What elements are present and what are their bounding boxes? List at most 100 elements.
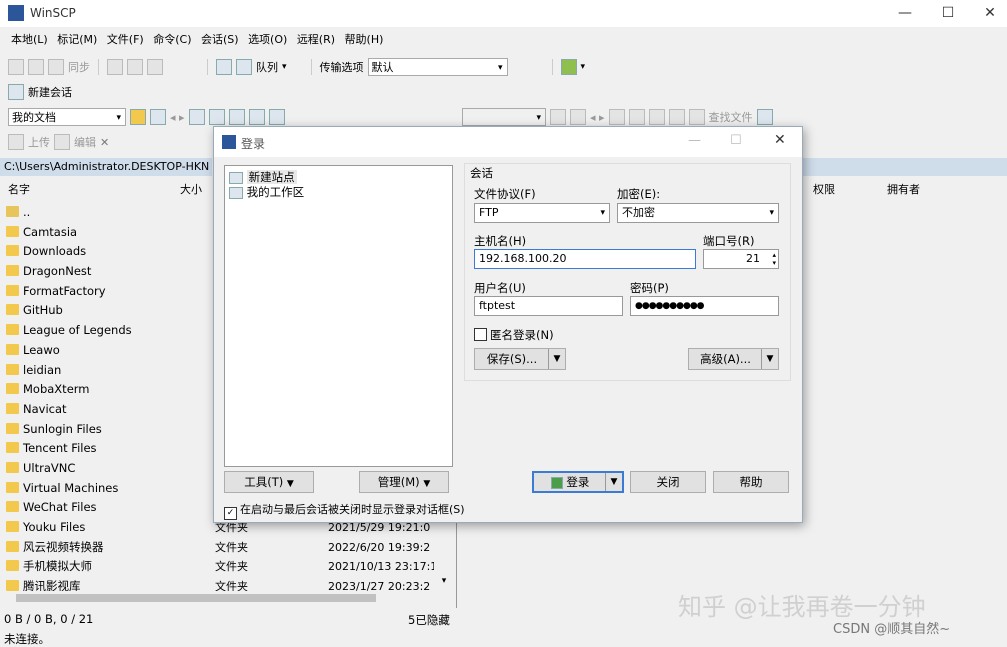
root-dir-icon[interactable] <box>208 109 225 125</box>
menu-command[interactable]: 命令(C) <box>150 30 194 50</box>
dialog-close-button[interactable]: ✕ <box>774 132 786 148</box>
list-item[interactable]: WeChat Files <box>6 498 132 518</box>
col-size-header[interactable]: 大小 <box>180 180 202 200</box>
list-item[interactable]: MobaXterm <box>6 380 132 400</box>
scroll-down-arrow-icon[interactable]: ▾ <box>438 576 450 590</box>
sync-icon[interactable] <box>48 59 64 75</box>
menu-remote[interactable]: 远程(R) <box>294 30 338 50</box>
delete-icon[interactable]: ✕ <box>100 136 109 149</box>
list-item[interactable]: Downloads <box>6 242 132 262</box>
tree-item-workspace[interactable]: 我的工作区 <box>229 184 304 200</box>
save-button[interactable]: 保存(S)... ▼ <box>474 348 566 370</box>
scrollbar-thumb[interactable] <box>16 594 376 602</box>
list-item[interactable]: FormatFactory <box>6 282 132 302</box>
list-item[interactable]: Tencent Files <box>6 439 132 459</box>
list-item[interactable]: GitHub <box>6 301 132 321</box>
queue-label[interactable]: 队列 <box>256 59 278 75</box>
menu-options[interactable]: 选项(O) <box>245 30 290 50</box>
home-icon[interactable] <box>228 109 245 125</box>
list-item[interactable]: Camtasia <box>6 223 132 243</box>
open-folder-icon[interactable] <box>130 109 146 125</box>
list-item[interactable]: Sunlogin Files <box>6 420 132 440</box>
preferences-gear-icon[interactable] <box>216 59 232 75</box>
folder-icon <box>6 284 19 296</box>
login-button[interactable]: 登录 ▼ <box>532 471 624 493</box>
anonymous-login-checkbox[interactable]: 匿名登录(N) <box>474 327 554 343</box>
maximize-button[interactable]: ☐ <box>928 4 968 24</box>
queue-icon[interactable] <box>236 59 252 75</box>
col-permissions-header[interactable]: 权限 <box>813 180 835 200</box>
list-item[interactable]: Virtual Machines <box>6 479 132 499</box>
minimize-button[interactable]: — <box>885 4 925 24</box>
list-item[interactable]: Leawo <box>6 341 132 361</box>
console-icon[interactable] <box>107 59 123 75</box>
list-item[interactable]: DragonNest <box>6 262 132 282</box>
compare-icon[interactable] <box>8 59 24 75</box>
edit-icon[interactable] <box>54 134 70 150</box>
port-input[interactable]: 21 ▴ ▾ <box>703 249 779 269</box>
list-item[interactable]: UltraVNC <box>6 459 132 479</box>
list-item[interactable]: Navicat <box>6 400 132 420</box>
list-item[interactable]: 风云视频转换器 <box>6 538 132 558</box>
list-item[interactable]: 手机模拟大师 <box>6 557 132 577</box>
remote-refresh-icon[interactable] <box>668 109 685 125</box>
remote-root-icon[interactable] <box>628 109 645 125</box>
menu-help[interactable]: 帮助(H) <box>342 30 387 50</box>
tree-item-new-site[interactable]: 新建站点 <box>229 169 297 185</box>
protocol-select[interactable]: FTP ▾ <box>474 203 610 223</box>
list-item[interactable]: .. <box>6 203 132 223</box>
edit-button[interactable]: 编辑 <box>74 134 96 150</box>
col-name-header[interactable]: 名字 <box>8 180 30 200</box>
local-location-select[interactable]: 我的文档 ▾ <box>8 108 126 126</box>
col-owner-header[interactable]: 拥有者 <box>887 180 920 200</box>
folder-icon <box>6 402 19 414</box>
putty-icon[interactable] <box>127 59 143 75</box>
username-input[interactable]: ftptest <box>474 296 623 316</box>
host-input[interactable]: 192.168.100.20 <box>474 249 696 269</box>
list-item[interactable]: Youku Files <box>6 518 132 538</box>
menu-mark[interactable]: 标记(M) <box>54 30 100 50</box>
tree-icon[interactable] <box>268 109 285 125</box>
session-color-icon[interactable] <box>560 59 577 75</box>
manage-button[interactable]: 管理(M) ▼ <box>359 471 449 493</box>
transfer-options-select[interactable]: 默认 ▾ <box>367 58 508 76</box>
menu-local[interactable]: 本地(L) <box>8 30 51 50</box>
startup-dialog-checkbox[interactable]: ✓ 在启动与最后会话被关闭时显示登录对话框(S) <box>224 501 465 520</box>
help-button[interactable]: 帮助 <box>713 471 789 493</box>
password-input[interactable]: ●●●●●●●●●● <box>630 296 779 316</box>
session-toolbar: 新建会话 <box>0 80 72 104</box>
dialog-maximize-button[interactable]: ☐ <box>730 133 742 148</box>
remote-location-select[interactable]: ▾ <box>462 108 546 126</box>
remote-filter-icon[interactable] <box>570 109 586 125</box>
dialog-minimize-button[interactable]: — <box>688 133 701 148</box>
encryption-select[interactable]: 不加密 ▾ <box>617 203 779 223</box>
folder-icon <box>6 324 19 336</box>
upload-icon[interactable] <box>8 134 24 150</box>
upload-button[interactable]: 上传 <box>28 134 50 150</box>
sync-label[interactable]: 同步 <box>68 59 90 75</box>
list-item[interactable]: League of Legends <box>6 321 132 341</box>
close-dialog-button[interactable]: 关闭 <box>630 471 706 493</box>
split-icon[interactable] <box>147 59 163 75</box>
tools-button[interactable]: 工具(T) ▼ <box>224 471 314 493</box>
local-status-size: 0 B / 0 B, 0 / 21 <box>4 612 94 626</box>
local-horizontal-scrollbar[interactable] <box>0 591 450 605</box>
remote-tree-icon[interactable] <box>756 109 773 125</box>
remote-parent-icon[interactable] <box>608 109 625 125</box>
parent-dir-icon[interactable] <box>188 109 205 125</box>
list-item[interactable]: leidian <box>6 361 132 381</box>
remote-home-icon[interactable] <box>648 109 665 125</box>
close-button[interactable]: ✕ <box>970 4 1007 24</box>
port-spinner[interactable]: ▴ ▾ <box>772 251 776 267</box>
window-title: WinSCP <box>30 6 76 20</box>
sync-browse-icon[interactable] <box>28 59 44 75</box>
advanced-button[interactable]: 高级(A)... ▼ <box>688 348 779 370</box>
remote-open-icon[interactable] <box>550 109 566 125</box>
filter-icon[interactable] <box>150 109 166 125</box>
new-session-tab[interactable]: 新建会话 <box>28 84 72 100</box>
refresh-icon[interactable] <box>248 109 265 125</box>
find-files-icon[interactable] <box>688 109 705 125</box>
find-files-button[interactable]: 查找文件 <box>709 109 753 125</box>
menu-file[interactable]: 文件(F) <box>104 30 147 50</box>
menu-session[interactable]: 会话(S) <box>198 30 242 50</box>
